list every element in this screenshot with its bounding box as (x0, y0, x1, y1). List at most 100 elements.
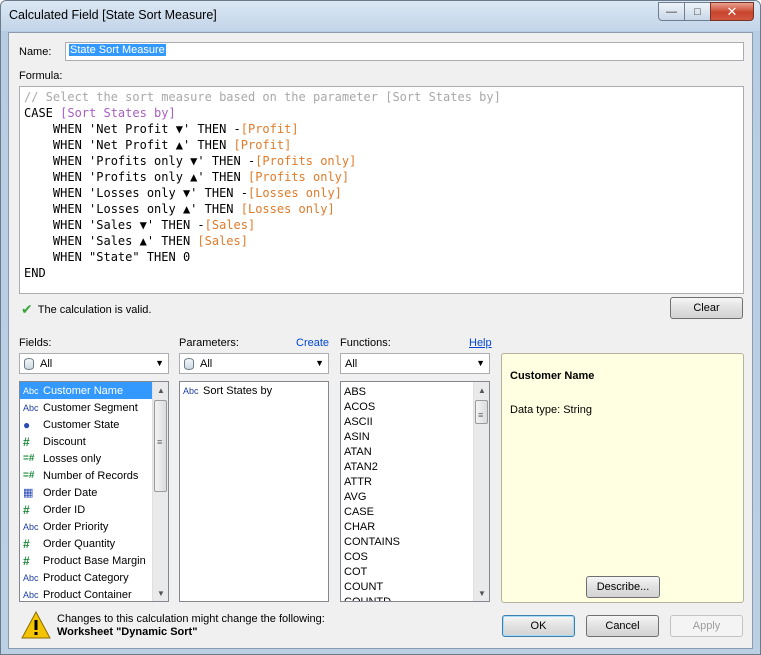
field-label: Order Priority (43, 520, 109, 533)
string-type-icon: Abc (183, 385, 199, 396)
list-item[interactable]: ACOS (341, 399, 489, 414)
parameters-label: Parameters: (179, 337, 239, 349)
list-item[interactable]: ATAN (341, 444, 489, 459)
scroll-up-arrow-icon[interactable]: ▲ (474, 382, 489, 398)
field-label: Customer State (43, 418, 120, 431)
help-link[interactable]: Help (469, 337, 492, 349)
window-title: Calculated Field [State Sort Measure] (9, 8, 217, 22)
list-item[interactable]: # Product Base Margin (20, 552, 168, 569)
list-item[interactable]: Abc Sort States by (180, 382, 328, 399)
formula-line: WHEN 'Profits only ▲' THEN [Profits only… (24, 169, 739, 185)
chevron-down-icon: ▼ (315, 358, 324, 368)
abc-type-icon: Abc (23, 589, 39, 600)
formula-line: END (24, 265, 739, 281)
formula-line: WHEN 'Losses only ▼' THEN -[Losses only] (24, 185, 739, 201)
minimize-button[interactable]: — (658, 2, 685, 21)
formula-line: WHEN 'Sales ▲' THEN [Sales] (24, 233, 739, 249)
close-button[interactable]: ✕ (710, 2, 754, 21)
scroll-up-arrow-icon[interactable]: ▲ (153, 382, 168, 398)
warning-icon (21, 611, 51, 639)
formula-line: WHEN 'Profits only ▼' THEN -[Profits onl… (24, 153, 739, 169)
field-label: Product Base Margin (43, 554, 146, 567)
clear-button[interactable]: Clear (670, 297, 743, 319)
calc-type-icon: =# (23, 453, 35, 464)
abc-type-icon: Abc (23, 385, 39, 396)
hash-type-icon: # (23, 536, 30, 551)
functions-filter-value: All (345, 357, 358, 370)
fields-label: Fields: (19, 337, 52, 349)
fields-filter-value: All (40, 357, 53, 370)
ok-button[interactable]: OK (502, 615, 575, 637)
formula-editor[interactable]: // Select the sort measure based on the … (19, 86, 744, 294)
formula-line: WHEN 'Sales ▼' THEN -[Sales] (24, 217, 739, 233)
scroll-down-arrow-icon[interactable]: ▼ (153, 585, 168, 601)
list-item[interactable]: # Order ID (20, 501, 168, 518)
formula-token: [Losses only] (240, 202, 335, 216)
list-item[interactable]: CHAR (341, 519, 489, 534)
formula-line: WHEN "State" THEN 0 (24, 249, 739, 265)
maximize-button[interactable]: □ (684, 2, 711, 21)
list-item[interactable]: ● Customer State (20, 416, 168, 433)
functions-filter-dropdown[interactable]: All ▼ (340, 353, 490, 374)
list-item[interactable]: ASCII (341, 414, 489, 429)
list-item[interactable]: # Order Quantity (20, 535, 168, 552)
list-item[interactable]: CONTAINS (341, 534, 489, 549)
hash-type-icon: # (23, 502, 30, 517)
date-type-icon: ▦ (23, 487, 34, 499)
list-item[interactable]: =# Losses only (20, 450, 168, 467)
describe-button[interactable]: Describe... (586, 576, 660, 598)
list-item[interactable]: ATTR (341, 474, 489, 489)
name-input[interactable]: State Sort Measure (65, 42, 744, 61)
list-item[interactable]: ATAN2 (341, 459, 489, 474)
list-item[interactable]: Abc Order Priority (20, 518, 168, 535)
formula-token: WHEN 'Net Profit ▲' THEN (24, 138, 234, 152)
list-item[interactable]: CASE (341, 504, 489, 519)
formula-token: // Select the sort measure based on the … (24, 90, 501, 104)
list-item[interactable]: =# Number of Records (20, 467, 168, 484)
list-item[interactable]: Abc Customer Segment (20, 399, 168, 416)
globe-type-icon: ● (23, 417, 31, 432)
list-item[interactable]: COS (341, 549, 489, 564)
formula-token: WHEN 'Net Profit ▼' THEN - (24, 122, 241, 136)
scroll-thumb[interactable] (475, 400, 488, 424)
field-label: Order Date (43, 486, 98, 499)
parameters-filter-value: All (200, 357, 213, 370)
hash-type-icon: # (23, 434, 30, 449)
list-item[interactable]: ABS (341, 384, 489, 399)
formula-token: [Sort States by] (60, 106, 176, 120)
parameters-filter-dropdown[interactable]: All ▼ (179, 353, 329, 374)
list-item[interactable]: # Discount (20, 433, 168, 450)
apply-button[interactable]: Apply (670, 615, 743, 637)
formula-label: Formula: (19, 70, 63, 82)
formula-token: CASE (24, 106, 61, 120)
fields-scrollbar[interactable]: ▲ ▼ (152, 382, 168, 601)
functions-list[interactable]: ABS ACOS ASCII ASIN ATAN ATAN2 ATTR AVG CASE CHAR… (340, 381, 490, 602)
hash-type-icon: # (23, 553, 30, 568)
functions-scrollbar[interactable]: ▲ ▼ (473, 382, 489, 601)
list-item[interactable]: Abc Product Container (20, 586, 168, 601)
list-item[interactable]: COT (341, 564, 489, 579)
fields-filter-dropdown[interactable]: All ▼ (19, 353, 169, 374)
list-item[interactable]: Abc Product Category (20, 569, 168, 586)
fields-list[interactable]: Abc Customer Name Abc Customer Segment ● Cust… (19, 381, 169, 602)
abc-type-icon: Abc (23, 521, 39, 532)
list-item[interactable]: AVG (341, 489, 489, 504)
list-item[interactable]: COUNT (341, 579, 489, 594)
scroll-down-arrow-icon[interactable]: ▼ (474, 585, 489, 601)
validation-status: ✔ The calculation is valid. (21, 301, 151, 318)
warning-line-1: Changes to this calculation might change… (57, 613, 325, 625)
scroll-thumb[interactable] (154, 400, 167, 492)
cancel-button[interactable]: Cancel (586, 615, 659, 637)
list-item[interactable]: ASIN (341, 429, 489, 444)
create-parameter-link[interactable]: Create (296, 337, 329, 349)
formula-token: [Profit] (240, 122, 299, 136)
list-item[interactable]: Abc Customer Name (20, 382, 168, 399)
list-item[interactable]: ▦ Order Date (20, 484, 168, 501)
parameters-list[interactable]: Abc Sort States by (179, 381, 329, 602)
formula-line: CASE [Sort States by] (24, 105, 739, 121)
list-item[interactable]: COUNTD (341, 594, 489, 602)
formula-token: WHEN 'Profits only ▼' THEN - (24, 154, 256, 168)
formula-token: WHEN 'Losses only ▲' THEN (24, 202, 241, 216)
title-bar[interactable]: Calculated Field [State Sort Measure] — … (1, 1, 760, 31)
field-label: Order ID (43, 503, 86, 516)
